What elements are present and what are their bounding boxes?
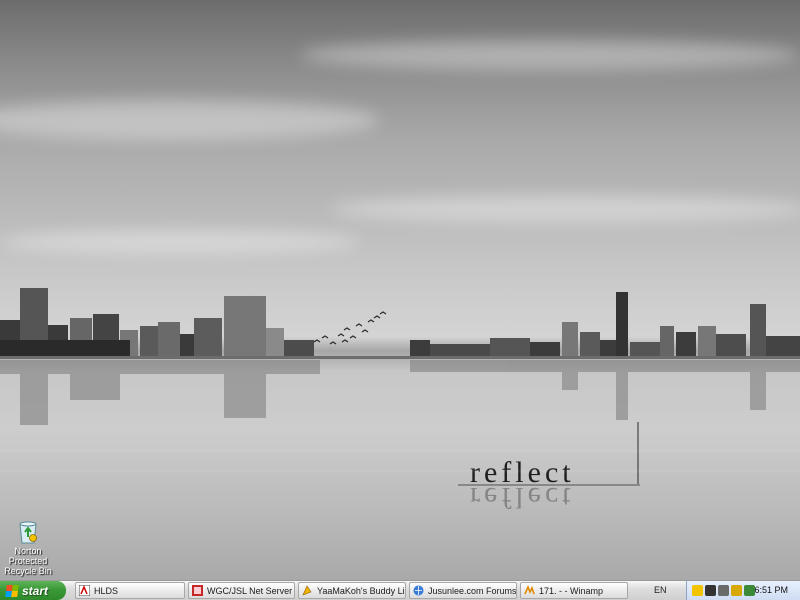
- desktop-wallpaper: reflect reflect Norton Protected Recycle…: [0, 0, 800, 580]
- taskbar-button-label: HLDS: [94, 585, 119, 596]
- browser-icon: [413, 585, 424, 596]
- wallpaper-title-reflection: reflect: [470, 481, 575, 514]
- water-streak: [0, 470, 800, 472]
- water-streak: [0, 450, 800, 452]
- taskbar-button-hlds[interactable]: HLDS: [75, 582, 185, 599]
- city-skyline: reflect reflect: [0, 288, 800, 514]
- windows-logo-icon: [5, 584, 19, 597]
- tray-aim-icon[interactable]: [692, 585, 703, 596]
- desktop-icon-label: Norton Protected Recycle Bin: [4, 546, 52, 576]
- tray-app-icon[interactable]: [705, 585, 716, 596]
- taskbar-button-label: WGC/JSL Net Server ...: [207, 585, 295, 596]
- start-label: start: [22, 583, 49, 598]
- taskbar-button-label: Jusunlee.com Forums...: [428, 585, 517, 596]
- clock[interactable]: 6:51 PM: [754, 585, 788, 595]
- buddy-list-icon: [302, 585, 312, 596]
- tray-norton-icon[interactable]: [731, 585, 742, 596]
- taskbar: start HLDS WGC/JSL Net Server ... YaaMaK…: [0, 580, 800, 600]
- tray-network-icon[interactable]: [718, 585, 729, 596]
- taskbar-button-server[interactable]: WGC/JSL Net Server ...: [188, 582, 295, 599]
- hlds-icon: [79, 585, 90, 596]
- taskbar-button-forums[interactable]: Jusunlee.com Forums...: [409, 582, 517, 599]
- taskbar-button-buddy-list[interactable]: YaaMaKoh's Buddy Li...: [298, 582, 406, 599]
- desktop-icon-recycle-bin[interactable]: Norton Protected Recycle Bin: [2, 520, 54, 576]
- language-indicator[interactable]: EN: [654, 585, 667, 595]
- recycle-bin-icon: [19, 521, 37, 544]
- server-icon: [192, 585, 203, 596]
- winamp-icon: [524, 585, 535, 595]
- taskbar-button-winamp[interactable]: 171. - - Winamp: [520, 582, 628, 599]
- taskbar-button-label: 171. - - Winamp: [539, 585, 604, 596]
- start-button[interactable]: start: [0, 581, 66, 600]
- tray-volume-icon[interactable]: [744, 585, 755, 596]
- taskbar-button-label: YaaMaKoh's Buddy Li...: [317, 585, 406, 596]
- system-tray: 6:51 PM: [686, 581, 800, 600]
